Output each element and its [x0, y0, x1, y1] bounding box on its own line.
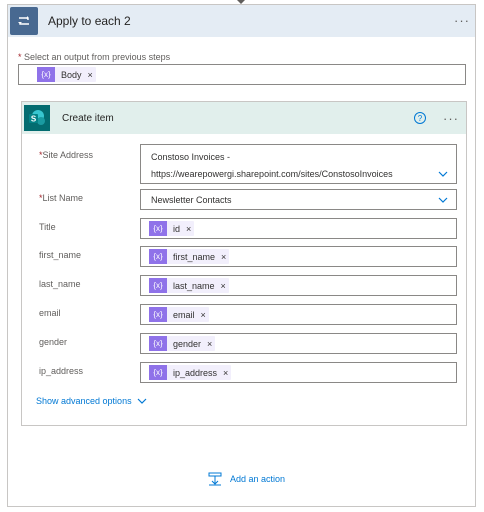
dynamic-content-icon: {x}: [149, 336, 167, 351]
title-label: Title: [39, 222, 56, 232]
list-name-label-text: List Name: [42, 193, 84, 203]
advanced-options-label: Show advanced options: [36, 396, 132, 406]
gender-field[interactable]: {x} gender ×: [140, 333, 457, 354]
required-marker: *: [18, 52, 22, 62]
gender-token[interactable]: {x} gender ×: [149, 336, 216, 351]
first-name-label: first_name: [39, 250, 82, 260]
chevron-down-icon: [137, 398, 147, 404]
dynamic-content-icon: {x}: [149, 221, 167, 236]
create-item-title: Create item: [62, 113, 114, 124]
token-label: email: [173, 309, 195, 320]
token-label: id: [173, 223, 181, 234]
apply-to-each-card: Apply to each 2 ··· * Select an output f…: [7, 4, 476, 507]
list-name-dropdown[interactable]: Newsletter Contacts: [140, 189, 457, 210]
svg-text:S: S: [31, 115, 37, 124]
dynamic-content-icon: {x}: [149, 278, 167, 293]
site-address-name: Constoso Invoices -: [151, 152, 231, 162]
last-name-token[interactable]: {x} last_name ×: [149, 278, 229, 293]
last-name-label: last_name: [39, 279, 81, 289]
gender-label: gender: [39, 337, 68, 347]
output-select-field[interactable]: {x} Body ×: [18, 64, 466, 85]
token-label: gender: [173, 338, 202, 349]
last-name-field[interactable]: {x} last_name ×: [140, 275, 457, 296]
output-label-text: Select an output from previous steps: [24, 52, 171, 62]
ip-address-label: ip_address: [39, 366, 84, 376]
add-action-label: Add an action: [230, 474, 286, 484]
dynamic-content-icon: {x}: [37, 67, 55, 82]
body-token[interactable]: {x} Body ×: [37, 67, 96, 82]
site-address-label: *Site Address: [39, 150, 93, 160]
remove-token-icon[interactable]: ×: [221, 252, 226, 262]
id-token[interactable]: {x} id ×: [149, 221, 195, 236]
dynamic-content-icon: {x}: [149, 307, 167, 322]
token-label: Body: [61, 69, 82, 80]
remove-token-icon[interactable]: ×: [223, 368, 228, 378]
create-item-header[interactable]: S Create item ? ···: [22, 102, 466, 134]
list-name-label: *List Name: [39, 193, 83, 203]
add-action-icon: [208, 472, 222, 486]
site-address-label-text: Site Address: [42, 150, 94, 160]
chevron-down-icon[interactable]: [438, 170, 448, 178]
loop-icon: [10, 7, 38, 35]
remove-token-icon[interactable]: ×: [207, 339, 212, 349]
sharepoint-logo-icon: S: [29, 110, 45, 125]
site-address-url: https://wearepowergi.sharepoint.com/site…: [151, 169, 393, 179]
email-field[interactable]: {x} email ×: [140, 304, 457, 325]
dynamic-content-icon: {x}: [149, 249, 167, 264]
first-name-field[interactable]: {x} first_name ×: [140, 246, 457, 267]
apply-to-each-header[interactable]: Apply to each 2 ···: [8, 5, 475, 37]
title-field[interactable]: {x} id ×: [140, 218, 457, 239]
add-an-action-button[interactable]: Add an action: [208, 472, 285, 486]
token-label: first_name: [173, 251, 216, 262]
site-address-dropdown[interactable]: Constoso Invoices - https://wearepowergi…: [140, 144, 457, 184]
email-label: email: [39, 308, 61, 318]
apply-to-each-title: Apply to each 2: [48, 14, 131, 28]
output-label: * Select an output from previous steps: [18, 52, 170, 62]
show-advanced-options-link[interactable]: Show advanced options: [36, 396, 147, 406]
loop-more-options-button[interactable]: ···: [454, 13, 470, 28]
sharepoint-icon: S: [24, 105, 50, 131]
loop-arrows-icon: [18, 16, 29, 25]
email-token[interactable]: {x} email ×: [149, 307, 209, 322]
ip-address-field[interactable]: {x} ip_address ×: [140, 362, 457, 383]
remove-token-icon[interactable]: ×: [88, 70, 93, 80]
create-item-card: S Create item ? ··· *Site Address Consto…: [21, 101, 467, 426]
chevron-down-icon[interactable]: [438, 196, 448, 204]
list-name-value: Newsletter Contacts: [151, 195, 232, 205]
remove-token-icon[interactable]: ×: [186, 224, 191, 234]
ip-address-token[interactable]: {x} ip_address ×: [149, 365, 232, 380]
remove-token-icon[interactable]: ×: [221, 281, 226, 291]
create-item-more-options-button[interactable]: ···: [443, 111, 459, 126]
help-icon[interactable]: ?: [414, 112, 426, 124]
first-name-token[interactable]: {x} first_name ×: [149, 249, 230, 264]
dynamic-content-icon: {x}: [149, 365, 167, 380]
token-label: ip_address: [173, 367, 218, 378]
token-label: last_name: [173, 280, 215, 291]
remove-token-icon[interactable]: ×: [201, 310, 206, 320]
